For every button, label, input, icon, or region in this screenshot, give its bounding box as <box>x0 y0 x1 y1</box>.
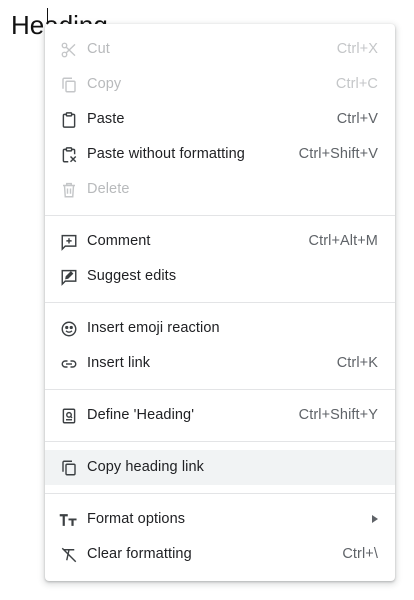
suggest-edits-icon <box>59 267 78 286</box>
menu-item-shortcut: Ctrl+\ <box>342 546 378 562</box>
clipboard-icon <box>59 110 78 129</box>
menu-item-delete[interactable]: Delete <box>45 172 395 207</box>
menu-item-define-heading[interactable]: Define 'Heading' Ctrl+Shift+Y <box>45 398 395 433</box>
menu-item-copy-heading-link[interactable]: Copy heading link <box>45 450 395 485</box>
menu-item-clear-formatting[interactable]: Clear formatting Ctrl+\ <box>45 537 395 572</box>
context-menu: Cut Ctrl+X Copy Ctrl+C Paste Ctrl+V Paste with… <box>45 24 395 581</box>
menu-separator <box>45 215 395 216</box>
paste-plain-icon <box>59 145 78 164</box>
menu-item-label: Define 'Heading' <box>87 407 195 423</box>
menu-item-label: Delete <box>87 181 130 197</box>
clear-format-icon <box>59 545 78 564</box>
emoji-icon <box>59 319 78 338</box>
menu-item-label: Insert emoji reaction <box>87 320 220 336</box>
submenu-arrow-icon <box>372 515 378 523</box>
menu-item-format-options[interactable]: Format options <box>45 502 395 537</box>
scissors-icon <box>59 40 78 59</box>
menu-separator <box>45 493 395 494</box>
menu-item-shortcut: Ctrl+C <box>335 76 378 92</box>
menu-item-paste-without-formatting[interactable]: Paste without formatting Ctrl+Shift+V <box>45 137 395 172</box>
menu-item-label: Paste <box>87 111 125 127</box>
menu-separator <box>45 441 395 442</box>
menu-item-suggest-edits[interactable]: Suggest edits <box>45 259 395 294</box>
menu-item-label: Copy <box>87 76 122 92</box>
menu-item-label: Format options <box>87 511 186 527</box>
text-format-icon <box>59 510 78 529</box>
menu-item-label: Copy heading link <box>87 459 204 475</box>
menu-item-paste[interactable]: Paste Ctrl+V <box>45 102 395 137</box>
menu-item-label: Comment <box>87 233 151 249</box>
menu-item-label: Insert link <box>87 355 151 371</box>
menu-item-shortcut: Ctrl+V <box>336 111 378 127</box>
menu-item-shortcut: Ctrl+Alt+M <box>308 233 378 249</box>
menu-item-insert-emoji-reaction[interactable]: Insert emoji reaction <box>45 311 395 346</box>
menu-item-shortcut: Ctrl+K <box>336 355 378 371</box>
link-icon <box>59 354 78 373</box>
menu-item-label: Clear formatting <box>87 546 192 562</box>
menu-item-copy[interactable]: Copy Ctrl+C <box>45 67 395 102</box>
menu-item-label: Cut <box>87 41 110 57</box>
menu-separator <box>45 302 395 303</box>
trash-icon <box>59 180 78 199</box>
menu-item-insert-link[interactable]: Insert link Ctrl+K <box>45 346 395 381</box>
menu-item-label: Paste without formatting <box>87 146 245 162</box>
menu-item-label: Suggest edits <box>87 268 177 284</box>
menu-separator <box>45 389 395 390</box>
copy-icon <box>59 458 78 477</box>
menu-item-shortcut: Ctrl+Shift+Y <box>298 407 378 423</box>
menu-item-shortcut: Ctrl+Shift+V <box>298 146 378 162</box>
copy-icon <box>59 75 78 94</box>
add-comment-icon <box>59 232 78 251</box>
menu-item-shortcut: Ctrl+X <box>336 41 378 57</box>
menu-item-cut[interactable]: Cut Ctrl+X <box>45 32 395 67</box>
define-icon <box>59 406 78 425</box>
menu-item-comment[interactable]: Comment Ctrl+Alt+M <box>45 224 395 259</box>
